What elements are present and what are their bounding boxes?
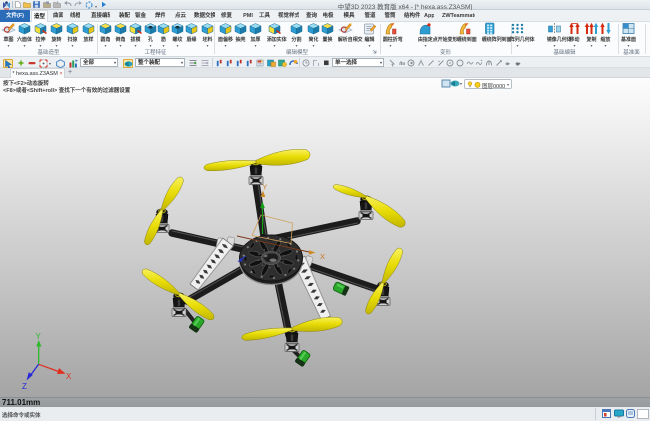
svg-text:X: X [320,252,325,261]
svg-text:Z: Z [22,382,27,391]
svg-text:Y: Y [36,332,42,341]
svg-text:Y: Y [263,185,268,192]
svg-text:X: X [66,372,72,381]
